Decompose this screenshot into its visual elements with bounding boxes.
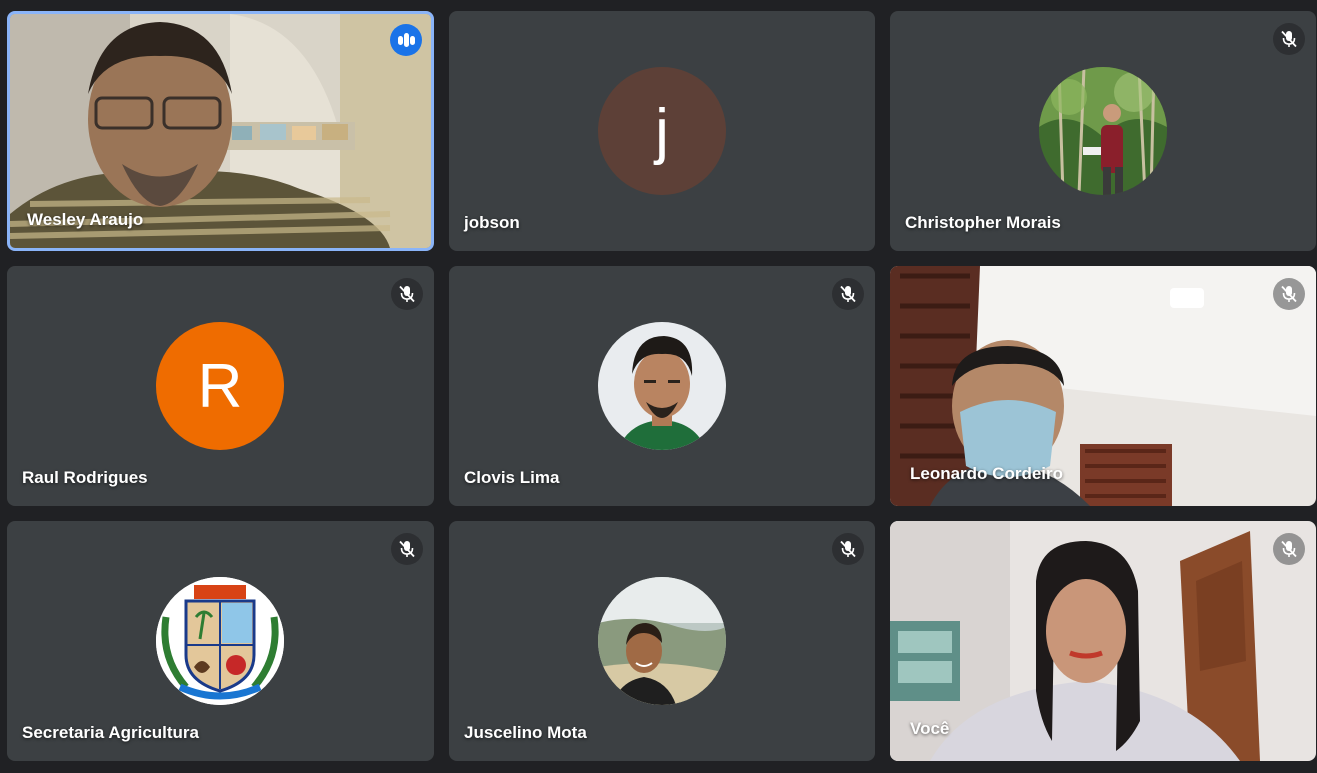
mic-muted-indicator — [832, 533, 864, 565]
participant-tile-jobson[interactable]: j jobson — [449, 11, 875, 251]
participant-avatar: R — [156, 322, 284, 450]
participant-name: Leonardo Cordeiro — [910, 464, 1064, 483]
participant-name: Juscelino Mota — [464, 723, 587, 742]
participant-name: jobson — [464, 213, 520, 232]
participant-video — [890, 521, 1316, 761]
mic-off-icon — [840, 540, 856, 558]
avatar-letter: j — [655, 96, 669, 166]
participant-tile-secretaria-agricultura[interactable]: Secretaria Agricultura — [7, 521, 434, 761]
participant-tile-wesley-araujo[interactable]: Wesley Araujo — [7, 11, 434, 251]
participant-avatar — [598, 322, 726, 450]
participant-name: Christopher Morais — [905, 213, 1061, 232]
participant-name: Raul Rodrigues — [22, 468, 148, 487]
mic-muted-indicator — [1273, 278, 1305, 310]
mic-muted-indicator — [391, 278, 423, 310]
mic-off-icon — [840, 285, 856, 303]
audio-level-icon — [398, 36, 403, 45]
mic-off-icon — [399, 540, 415, 558]
participant-name: Wesley Araujo — [27, 210, 144, 229]
participant-tile-self[interactable]: Você — [890, 521, 1316, 761]
mic-muted-indicator — [832, 278, 864, 310]
participant-name: Secretaria Agricultura — [22, 723, 199, 742]
participant-avatar — [1039, 67, 1167, 195]
participant-tile-raul-rodrigues[interactable]: R Raul Rodrigues — [7, 266, 434, 506]
mic-muted-indicator — [1273, 23, 1305, 55]
mic-muted-indicator — [1273, 533, 1305, 565]
participant-avatar — [598, 577, 726, 705]
mic-off-icon — [399, 285, 415, 303]
participant-name: Clovis Lima — [464, 468, 560, 487]
mic-muted-indicator — [391, 533, 423, 565]
participant-tile-christopher-morais[interactable]: Christopher Morais — [890, 11, 1316, 251]
participant-tile-leonardo-cordeiro[interactable]: Leonardo Cordeiro — [890, 266, 1316, 506]
participant-name: Você — [910, 719, 950, 738]
participant-avatar: j — [598, 67, 726, 195]
participant-avatar — [156, 577, 284, 705]
mic-off-icon — [1281, 30, 1297, 48]
speaking-indicator-badge — [390, 24, 422, 56]
mic-off-icon — [1281, 540, 1297, 558]
avatar-letter: R — [197, 351, 243, 421]
mic-off-icon — [1281, 285, 1297, 303]
participant-tile-clovis-lima[interactable]: Clovis Lima — [449, 266, 875, 506]
participant-tile-juscelino-mota[interactable]: Juscelino Mota — [449, 521, 875, 761]
